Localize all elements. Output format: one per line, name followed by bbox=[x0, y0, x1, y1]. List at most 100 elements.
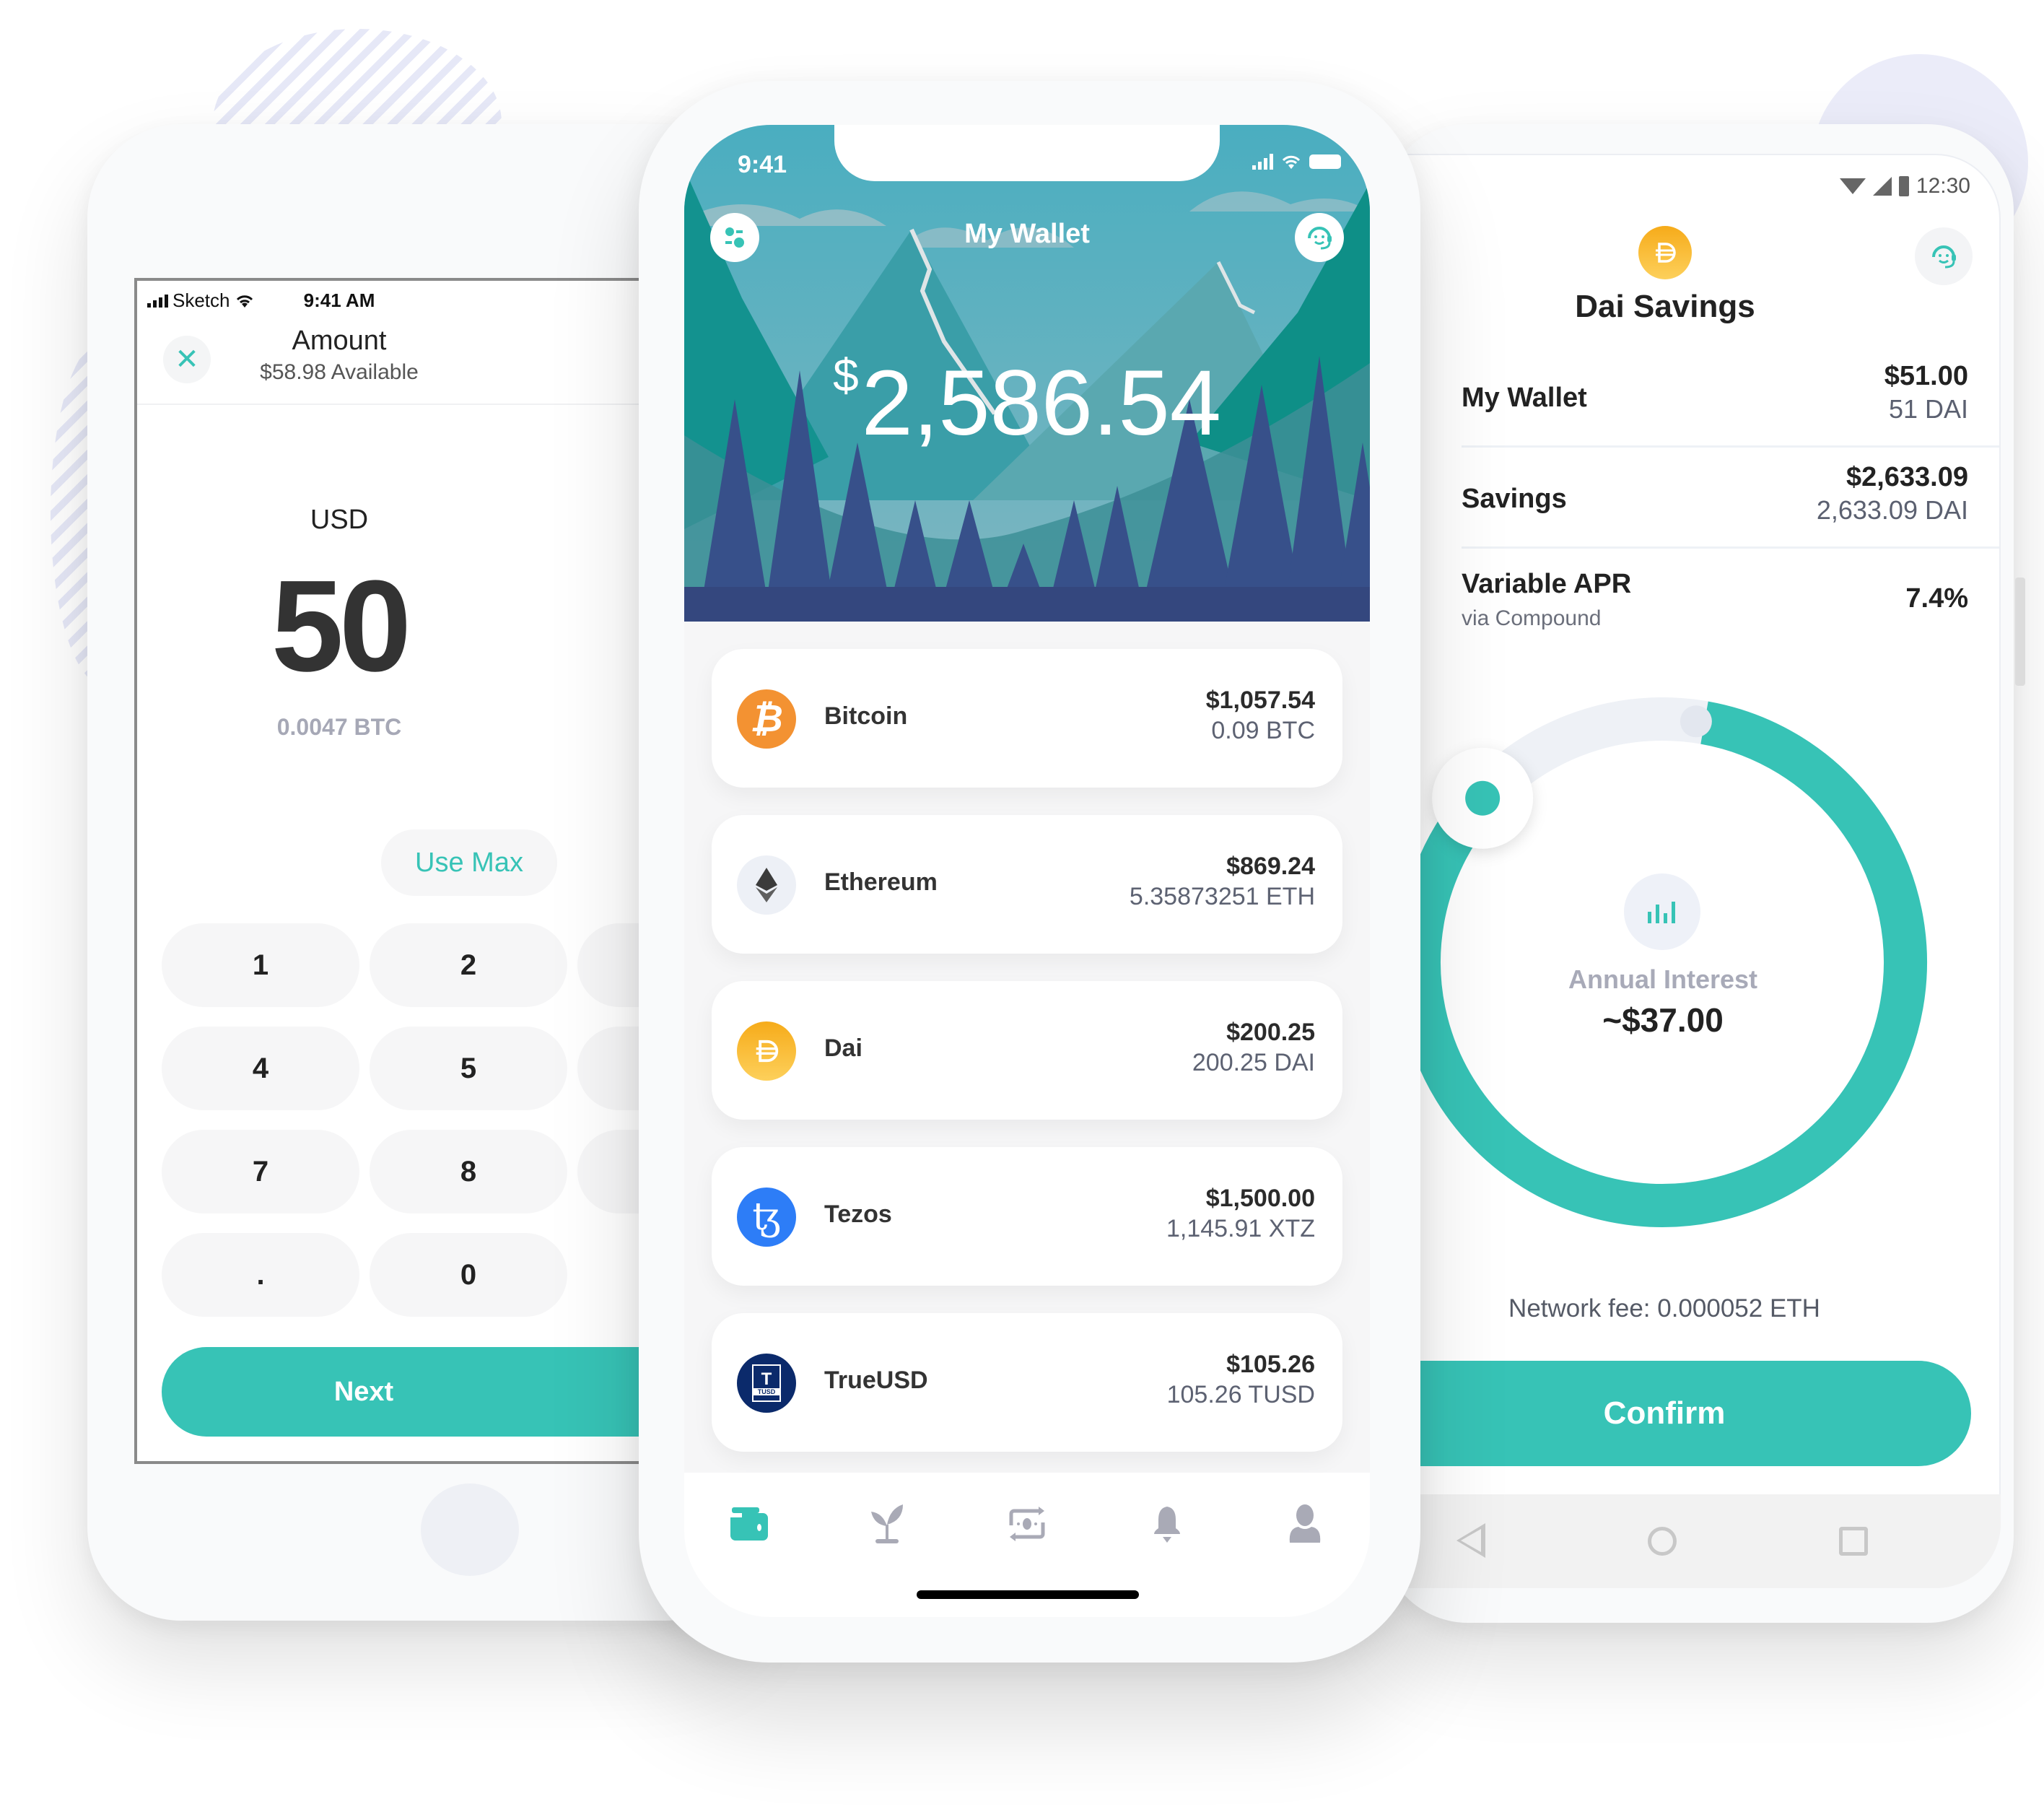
battery-icon bbox=[1898, 176, 1909, 196]
status-bar: 12:30 bbox=[1839, 174, 1970, 199]
page-title: Dai Savings bbox=[1575, 289, 1755, 324]
key-4[interactable]: 4 bbox=[162, 1027, 359, 1110]
dai-icon bbox=[1638, 226, 1692, 279]
network-fee: Network fee: 0.000052 ETH bbox=[1508, 1294, 1820, 1323]
support-button[interactable] bbox=[1915, 227, 1973, 285]
asset-row-tezos[interactable]: ꜩ Tezos $1,500.00 1,145.91 XTZ bbox=[712, 1147, 1342, 1286]
wallet-screen: 9:41 My Wallet $2,586.54 ₿ Bitcoin $1,05… bbox=[684, 125, 1370, 1617]
asset-name: Tezos bbox=[824, 1201, 892, 1228]
home-indicator bbox=[917, 1590, 1139, 1599]
dai-icon bbox=[737, 1021, 796, 1081]
wifi-icon bbox=[1282, 155, 1301, 169]
asset-fiat-value: $1,057.54 bbox=[1205, 687, 1315, 714]
ring-end-marker bbox=[1680, 705, 1712, 738]
key-2[interactable]: 2 bbox=[370, 923, 567, 1007]
asset-fiat-value: $200.25 bbox=[1226, 1019, 1315, 1046]
asset-row-dai[interactable]: Dai $200.25 200.25 DAI bbox=[712, 981, 1342, 1120]
row-sublabel: via Compound bbox=[1462, 606, 1602, 630]
use-max-button[interactable]: Use Max bbox=[381, 829, 557, 896]
tab-exchange[interactable] bbox=[1002, 1499, 1052, 1549]
key-5[interactable]: 5 bbox=[370, 1027, 567, 1110]
confirm-button[interactable]: Confirm bbox=[1401, 1361, 1971, 1466]
row-value: 7.4% bbox=[1905, 583, 1968, 614]
page-title: My Wallet bbox=[964, 219, 1090, 249]
exchange-icon bbox=[1009, 1507, 1045, 1541]
trueusd-icon: T TUSD bbox=[737, 1354, 796, 1413]
status-time: 12:30 bbox=[1916, 174, 1970, 198]
recent-apps-icon[interactable] bbox=[1839, 1527, 1868, 1556]
row-sub-value: 2,633.09 DAI bbox=[1816, 495, 1968, 525]
key-7[interactable]: 7 bbox=[162, 1130, 359, 1213]
side-button bbox=[2015, 578, 2025, 686]
next-button[interactable]: Next bbox=[162, 1347, 668, 1437]
support-button[interactable] bbox=[1295, 213, 1344, 262]
tab-notifications[interactable] bbox=[1142, 1499, 1192, 1549]
battery-icon bbox=[1309, 154, 1341, 169]
asset-row-bitcoin[interactable]: ₿ Bitcoin $1,057.54 0.09 BTC bbox=[712, 649, 1342, 788]
key-decimal[interactable]: . bbox=[162, 1233, 359, 1317]
notch bbox=[834, 125, 1220, 181]
user-icon bbox=[1289, 1504, 1321, 1543]
status-icons bbox=[1252, 154, 1341, 170]
tezos-icon: ꜩ bbox=[737, 1188, 796, 1247]
home-button[interactable] bbox=[421, 1483, 519, 1576]
asset-amount: 1,145.91 XTZ bbox=[1166, 1215, 1315, 1242]
asset-amount: 200.25 DAI bbox=[1192, 1049, 1315, 1076]
total-balance: $2,586.54 bbox=[684, 349, 1370, 456]
android-nav-bar bbox=[1401, 1494, 2001, 1588]
row-label: Variable APR bbox=[1462, 569, 1632, 599]
converted-amount: 0.0047 BTC bbox=[276, 714, 402, 740]
wallet-row: My Wallet $51.00 51 DAI bbox=[1462, 347, 1999, 448]
asset-row-trueusd[interactable]: T TUSD TrueUSD $105.26 105.26 TUSD bbox=[712, 1313, 1342, 1452]
key-1[interactable]: 1 bbox=[162, 923, 359, 1007]
status-time: 9:41 AM bbox=[303, 289, 375, 311]
asset-amount: 5.35873251 ETH bbox=[1129, 883, 1315, 910]
signal-icon bbox=[1252, 154, 1273, 170]
asset-fiat-value: $869.24 bbox=[1226, 853, 1315, 880]
asset-name: Dai bbox=[824, 1034, 862, 1062]
status-time: 9:41 bbox=[738, 151, 787, 178]
wifi-icon bbox=[1839, 178, 1866, 194]
back-icon[interactable] bbox=[1456, 1523, 1485, 1558]
asset-amount: 105.26 TUSD bbox=[1166, 1381, 1315, 1408]
amount-input[interactable]: 50 bbox=[137, 552, 541, 701]
tab-bar bbox=[684, 1473, 1370, 1617]
tab-savings[interactable] bbox=[862, 1499, 912, 1549]
asset-name: Ethereum bbox=[824, 868, 938, 896]
asset-row-ethereum[interactable]: Ethereum $869.24 5.35873251 ETH bbox=[712, 815, 1342, 954]
row-value: $51.00 bbox=[1884, 361, 1968, 391]
amount-screen: Sketch 9:41 AM ✕ Amount $58.98 Available… bbox=[134, 278, 668, 1464]
row-label: Savings bbox=[1462, 484, 1567, 514]
apr-row: Variable APR via Compound 7.4% bbox=[1462, 549, 1999, 642]
sprout-icon bbox=[871, 1504, 903, 1543]
bell-icon bbox=[1154, 1507, 1180, 1543]
wallet-hero: 9:41 My Wallet $2,586.54 bbox=[684, 125, 1370, 622]
asset-name: Bitcoin bbox=[824, 702, 908, 730]
trueusd-badge-letter: T bbox=[761, 1369, 772, 1389]
row-sub-value: 51 DAI bbox=[1888, 394, 1968, 424]
row-value: $2,633.09 bbox=[1846, 462, 1968, 492]
asset-amount: 0.09 BTC bbox=[1211, 717, 1315, 744]
amount-header: ✕ Amount $58.98 Available bbox=[137, 318, 668, 405]
ring-slider-dot bbox=[1465, 780, 1501, 816]
asset-fiat-value: $105.26 bbox=[1226, 1351, 1315, 1378]
annual-interest-label: Annual Interest bbox=[1568, 964, 1758, 994]
currency-symbol: $ bbox=[833, 349, 859, 401]
support-agent-icon bbox=[1308, 227, 1332, 250]
wallet-icon bbox=[730, 1507, 768, 1541]
available-balance: $58.98 Available bbox=[260, 360, 419, 384]
asset-name: TrueUSD bbox=[824, 1367, 928, 1394]
trueusd-badge-text: TUSD bbox=[754, 1388, 779, 1395]
chart-bars-icon bbox=[1624, 873, 1700, 950]
key-8[interactable]: 8 bbox=[370, 1130, 567, 1213]
bitcoin-icon: ₿ bbox=[737, 689, 796, 749]
savings-row: Savings $2,633.09 2,633.09 DAI bbox=[1462, 448, 1999, 549]
annual-interest-value: ~$37.00 bbox=[1602, 1001, 1724, 1039]
key-0[interactable]: 0 bbox=[370, 1233, 567, 1317]
home-icon[interactable] bbox=[1648, 1527, 1677, 1556]
savings-ring bbox=[1415, 697, 1927, 1227]
ethereum-icon bbox=[737, 855, 796, 915]
tab-wallet[interactable] bbox=[724, 1499, 774, 1549]
tab-profile[interactable] bbox=[1280, 1499, 1330, 1549]
status-bar: Sketch 9:41 AM bbox=[137, 289, 668, 318]
